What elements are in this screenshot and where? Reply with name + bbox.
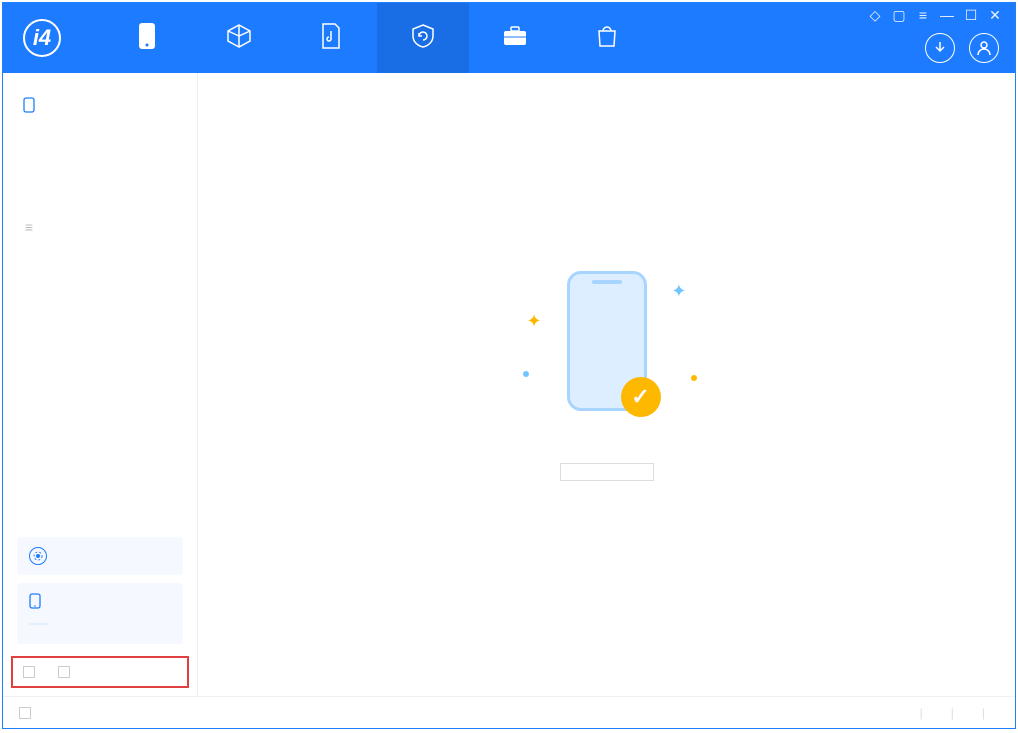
- tab-my-device[interactable]: [101, 3, 193, 73]
- checkbox-icon: [23, 666, 35, 678]
- tab-store[interactable]: [561, 3, 653, 73]
- dot-icon: [691, 375, 697, 381]
- header: i4: [3, 3, 1015, 73]
- check-badge-icon: ✓: [621, 377, 661, 417]
- toolbox-icon: [501, 22, 529, 50]
- checkbox-icon: [19, 707, 31, 719]
- sidebar-group-more: ≡: [3, 213, 197, 241]
- minimize-icon[interactable]: —: [939, 7, 955, 23]
- close-icon[interactable]: ✕: [987, 7, 1003, 23]
- tab-ringtone-wallpaper[interactable]: [285, 3, 377, 73]
- main-content: ✓ ✦ ✦: [198, 73, 1015, 696]
- window-controls: ◇ ▢ ≡ — ☐ ✕: [867, 7, 1003, 23]
- menu-icon[interactable]: ≡: [915, 7, 931, 23]
- nav-tabs: [101, 3, 653, 73]
- phone-small-icon: [21, 97, 37, 113]
- flash-options-row: [11, 656, 189, 688]
- sidebar-group-flash: [3, 91, 197, 119]
- app-window: i4: [2, 2, 1016, 729]
- list-icon: ≡: [21, 219, 37, 235]
- sidebar-item-advanced[interactable]: [3, 281, 197, 301]
- footer-right: | | |: [906, 706, 999, 720]
- device-mode-card[interactable]: [17, 537, 183, 575]
- tab-apps-games[interactable]: [193, 3, 285, 73]
- skin-icon[interactable]: ◇: [867, 7, 883, 23]
- logo: i4: [3, 19, 91, 57]
- sidebar-item-oneclick-flash[interactable]: [3, 139, 197, 159]
- sidebar-item-batch-flash[interactable]: [3, 179, 197, 199]
- checkbox-icon: [58, 666, 70, 678]
- shield-refresh-icon: [409, 22, 437, 50]
- mode-icon: [29, 547, 47, 565]
- tab-smart-flash[interactable]: [377, 3, 469, 73]
- sidebar-item-download-firmware[interactable]: [3, 261, 197, 281]
- feedback-icon[interactable]: ▢: [891, 7, 907, 23]
- sidebar: ≡: [3, 73, 198, 696]
- sidebar-item-other-tools[interactable]: [3, 241, 197, 261]
- phone-icon: [133, 22, 161, 50]
- device-section: [3, 525, 197, 656]
- body: ≡: [3, 73, 1015, 696]
- dot-icon: [523, 371, 529, 377]
- tab-toolbox[interactable]: [469, 3, 561, 73]
- device-storage-badge: [29, 623, 49, 625]
- music-file-icon: [317, 22, 345, 50]
- checkbox-auto-activate[interactable]: [23, 666, 40, 678]
- success-illustration: ✓ ✦ ✦: [567, 271, 647, 411]
- device-info-card[interactable]: [17, 583, 183, 644]
- maximize-icon[interactable]: ☐: [963, 7, 979, 23]
- ok-button[interactable]: [560, 463, 654, 481]
- sparkle-icon: ✦: [671, 281, 686, 302]
- sidebar-item-pro-flash[interactable]: [3, 159, 197, 179]
- sparkle-icon: ✦: [527, 311, 542, 332]
- logo-icon: i4: [23, 19, 61, 57]
- bag-icon: [593, 22, 621, 50]
- checkbox-block-itunes[interactable]: [19, 707, 36, 719]
- header-actions: [925, 33, 999, 63]
- checkbox-skip-guide[interactable]: [58, 666, 75, 678]
- device-phone-icon: [29, 593, 41, 612]
- cube-icon: [225, 22, 253, 50]
- user-button[interactable]: [969, 33, 999, 63]
- sidebar-item-itunes-flash[interactable]: [3, 119, 197, 139]
- footer: | | |: [3, 696, 1015, 728]
- download-button[interactable]: [925, 33, 955, 63]
